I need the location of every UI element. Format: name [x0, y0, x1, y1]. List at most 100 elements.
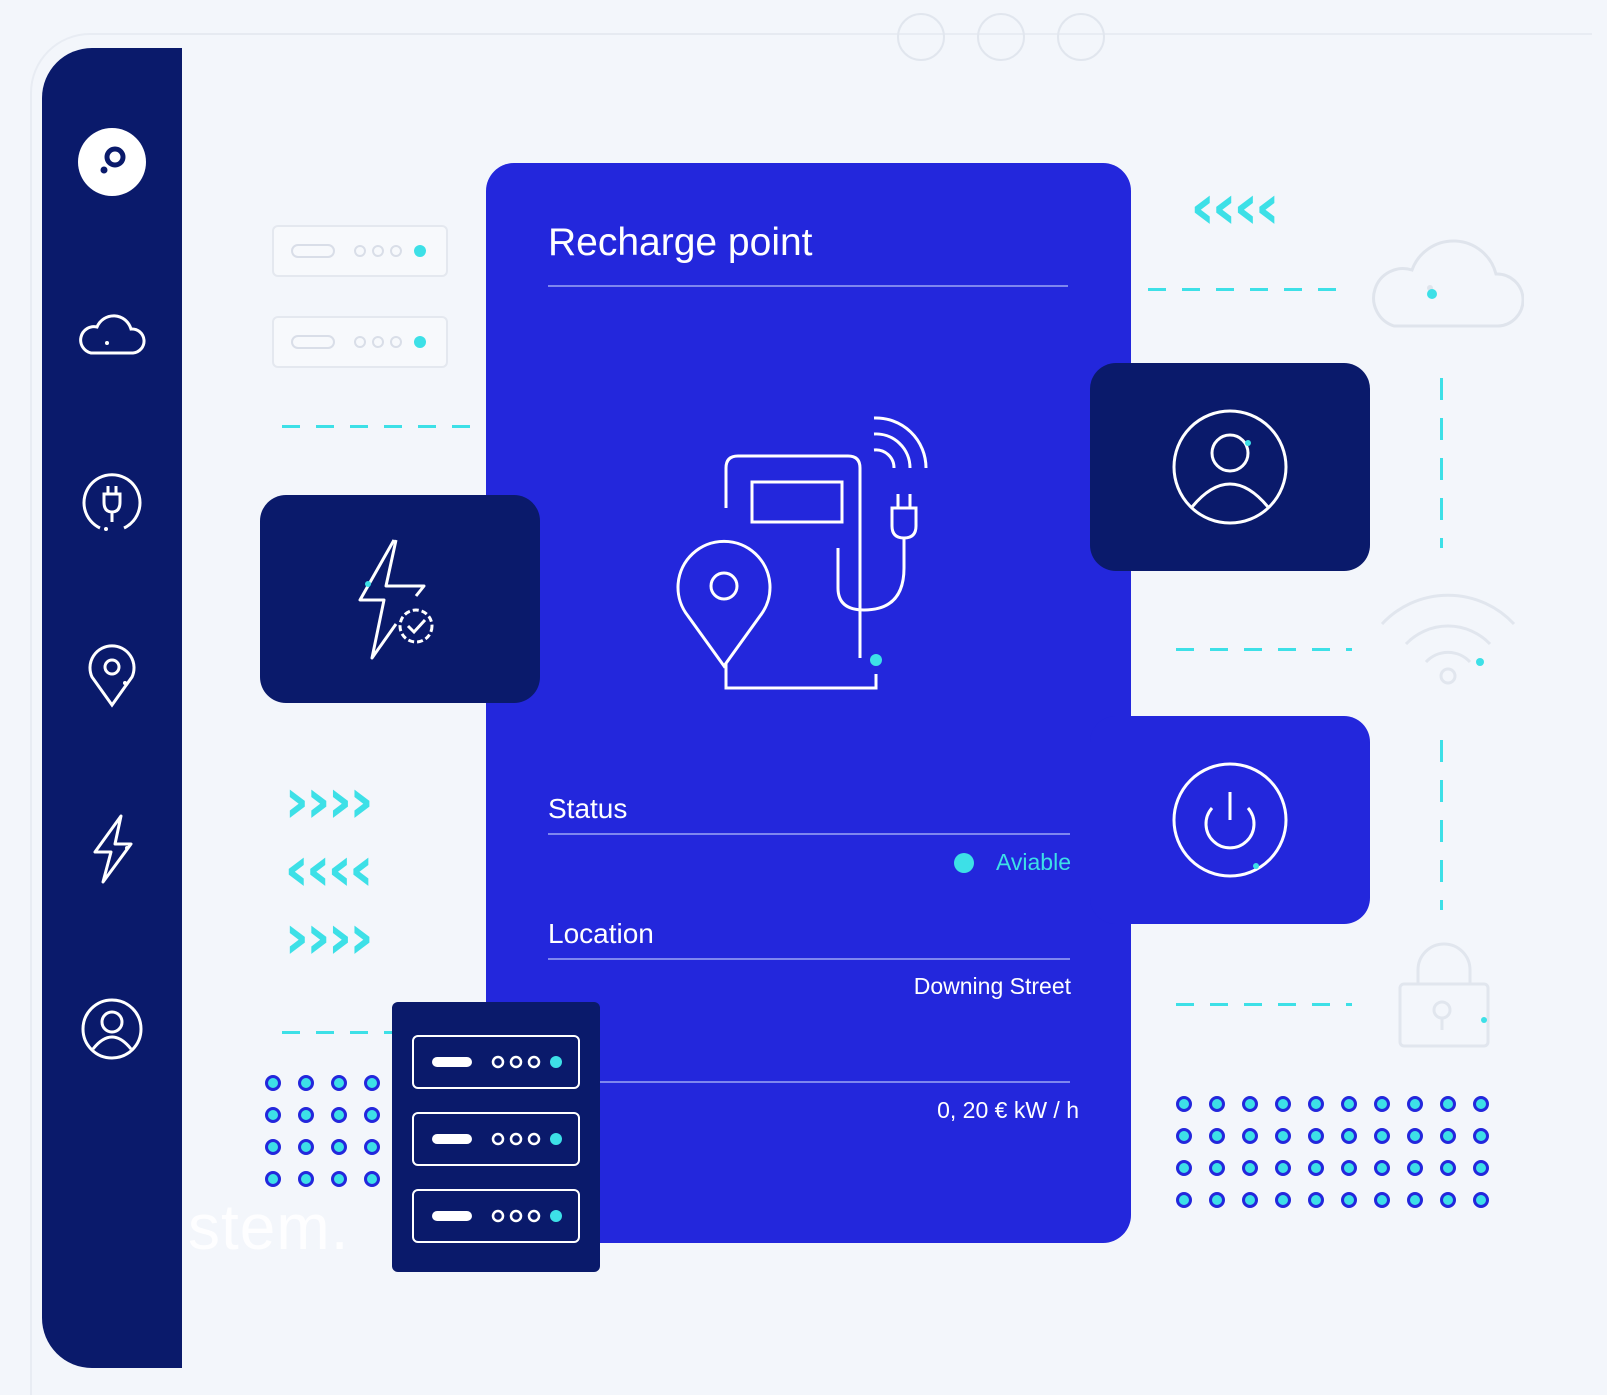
grid-dot: [1308, 1096, 1324, 1112]
chevrons-right: ››››: [284, 764, 374, 837]
grid-dot: [1374, 1160, 1390, 1176]
field-value-price: 0, 20 € kW / h: [937, 1097, 1079, 1123]
power-tile[interactable]: [1090, 716, 1370, 924]
field-value-location: Downing Street: [913, 973, 1071, 999]
grid-dot: [1209, 1096, 1225, 1112]
grid-dot: [364, 1171, 380, 1187]
divider: [548, 833, 1070, 835]
grid-dot: [1176, 1160, 1192, 1176]
dot-grid: [1176, 1096, 1506, 1220]
sidebar-item-locations[interactable]: [76, 640, 148, 712]
grid-dot: [1176, 1192, 1192, 1208]
grid-dot: [1242, 1128, 1258, 1144]
dot-grid: [265, 1075, 385, 1205]
window-control-maximize[interactable]: [977, 13, 1025, 61]
sidebar: [42, 48, 182, 1368]
server-stack: [392, 1002, 600, 1272]
server-lights-icon: [432, 1209, 562, 1223]
connector-line: [1176, 1003, 1352, 1006]
cloud-icon: [79, 314, 146, 355]
connector-line-vertical: [1440, 740, 1443, 910]
grid-dot: [265, 1075, 281, 1091]
grid-dot: [1440, 1096, 1456, 1112]
divider: [548, 285, 1068, 287]
energy-settings-tile[interactable]: [260, 495, 540, 703]
grid-dot: [1473, 1128, 1489, 1144]
chevrons-left: ‹‹‹‹: [1190, 170, 1280, 243]
grid-dot: [1374, 1096, 1390, 1112]
grid-dot: [1209, 1192, 1225, 1208]
mini-server-2: [272, 316, 448, 368]
grid-dot: [265, 1171, 281, 1187]
grid-dot: [1440, 1128, 1456, 1144]
field-label-status: Status: [548, 793, 628, 824]
grid-dot: [298, 1107, 314, 1123]
grid-dot: [1440, 1192, 1456, 1208]
card-title: Recharge point: [548, 221, 813, 264]
user-icon: [81, 998, 143, 1060]
server-unit: [412, 1189, 580, 1243]
grid-dot: [1209, 1128, 1225, 1144]
grid-dot: [331, 1139, 347, 1155]
grid-dot: [1308, 1192, 1324, 1208]
divider: [548, 958, 1070, 960]
field-value-status: Aviable: [995, 849, 1071, 875]
connector-line: [282, 1031, 392, 1034]
grid-dot: [1473, 1192, 1489, 1208]
server-unit: [412, 1112, 580, 1166]
connector-line-vertical: [1440, 378, 1443, 548]
grid-dot: [1341, 1096, 1357, 1112]
grid-dot: [1308, 1128, 1324, 1144]
user-icon: [1172, 409, 1288, 525]
location-pin-icon: [88, 644, 136, 708]
divider: [548, 1081, 1070, 1083]
server-lights-icon: [291, 244, 426, 258]
grid-dot: [1440, 1160, 1456, 1176]
grid-dot: [1473, 1160, 1489, 1176]
grid-dot: [331, 1107, 347, 1123]
server-lights-icon: [432, 1132, 562, 1146]
grid-dot: [1275, 1192, 1291, 1208]
grid-dot: [1374, 1192, 1390, 1208]
grid-dot: [1341, 1192, 1357, 1208]
chevrons-right: ››››: [284, 900, 374, 973]
grid-dot: [1209, 1160, 1225, 1176]
user-tile[interactable]: [1090, 363, 1370, 571]
window-control-close[interactable]: [1057, 13, 1105, 61]
sidebar-item-home[interactable]: [76, 126, 148, 198]
cloud-icon: [1372, 239, 1524, 328]
grid-dot: [364, 1107, 380, 1123]
logo-icon: [78, 128, 146, 196]
connector-line: [1148, 288, 1348, 291]
grid-dot: [1407, 1160, 1423, 1176]
chevrons-left: ‹‹‹‹: [284, 832, 374, 905]
sidebar-item-cloud[interactable]: [76, 298, 148, 370]
mini-server-1: [272, 225, 448, 277]
grid-dot: [1242, 1192, 1258, 1208]
sidebar-item-profile[interactable]: [76, 993, 148, 1065]
plug-icon: [82, 473, 142, 531]
grid-dot: [331, 1171, 347, 1187]
grid-dot: [1176, 1096, 1192, 1112]
grid-dot: [1407, 1096, 1423, 1112]
sidebar-item-energy[interactable]: [76, 813, 148, 885]
grid-dot: [1473, 1096, 1489, 1112]
grid-dot: [298, 1139, 314, 1155]
grid-dot: [1341, 1128, 1357, 1144]
lightning-icon: [93, 814, 133, 884]
server-unit: [412, 1035, 580, 1089]
wifi-icon: [1380, 593, 1516, 685]
grid-dot: [265, 1139, 281, 1155]
grid-dot: [1308, 1160, 1324, 1176]
window-control-minimize[interactable]: [897, 13, 945, 61]
grid-dot: [1341, 1160, 1357, 1176]
grid-dot: [364, 1075, 380, 1091]
connector-line: [1176, 648, 1352, 651]
grid-dot: [1275, 1096, 1291, 1112]
grid-dot: [1275, 1128, 1291, 1144]
sidebar-item-charging[interactable]: [76, 468, 148, 540]
grid-dot: [364, 1139, 380, 1155]
field-label-location: Location: [548, 918, 654, 949]
grid-dot: [1407, 1192, 1423, 1208]
server-lights-icon: [432, 1055, 562, 1069]
